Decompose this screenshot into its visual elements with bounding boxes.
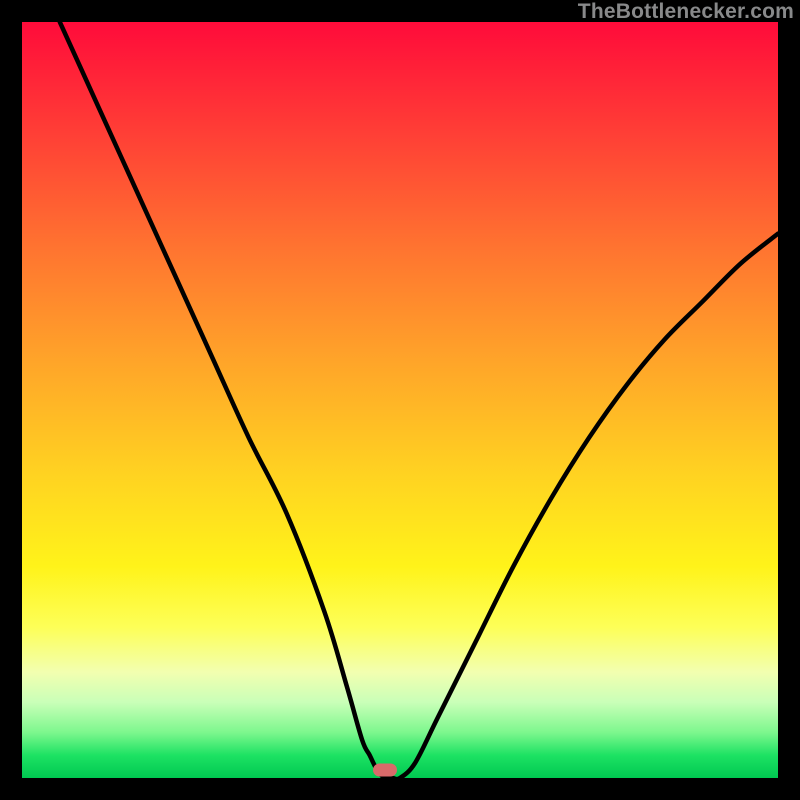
chart-frame: TheBottlenecker.com [0, 0, 800, 800]
watermark-text: TheBottlenecker.com [578, 0, 794, 24]
optimum-marker [373, 764, 397, 777]
plot-area [22, 22, 778, 778]
curve-svg [22, 22, 778, 778]
bottleneck-curve [60, 22, 778, 778]
